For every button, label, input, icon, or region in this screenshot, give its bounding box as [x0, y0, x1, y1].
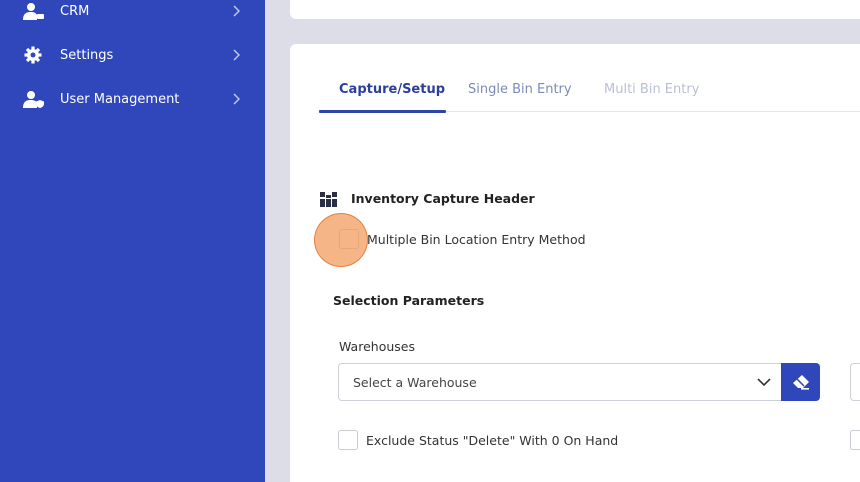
sidebar: CRM Settings User Management	[0, 0, 265, 482]
active-tab-indicator	[319, 110, 446, 113]
multiple-bin-location-label: Multiple Bin Location Entry Method	[367, 232, 586, 247]
exclude-delete-status-label: Exclude Status "Delete" With 0 On Hand	[366, 433, 619, 448]
warehouses-label: Warehouses	[339, 339, 415, 354]
sidebar-item-label: Settings	[60, 47, 114, 63]
selection-parameters-title: Selection Parameters	[333, 293, 485, 308]
inventory-boxes-icon	[320, 192, 337, 207]
eraser-icon	[792, 375, 809, 390]
tab-capture-setup[interactable]: Capture/Setup	[339, 82, 445, 97]
inventory-capture-header-title: Inventory Capture Header	[351, 191, 535, 206]
secondary-select-partial[interactable]	[850, 363, 860, 401]
sidebar-item-settings[interactable]: Settings	[0, 40, 265, 70]
chevron-right-icon	[233, 93, 240, 105]
chevron-right-icon	[233, 49, 240, 61]
tab-bar: Capture/Setup Single Bin Entry Multi Bin…	[319, 72, 860, 112]
warehouse-select-placeholder: Select a Warehouse	[353, 375, 477, 390]
gear-icon	[24, 46, 42, 64]
clear-warehouse-button[interactable]	[781, 363, 820, 401]
chevron-down-icon	[757, 378, 771, 387]
secondary-checkbox-partial[interactable]	[850, 430, 860, 450]
sidebar-item-user-management[interactable]: User Management	[0, 84, 265, 114]
sidebar-item-crm[interactable]: CRM	[0, 0, 265, 26]
chevron-right-icon	[233, 5, 240, 17]
sidebar-item-label: CRM	[60, 3, 90, 19]
sidebar-item-label: User Management	[60, 91, 180, 107]
multiple-bin-location-checkbox[interactable]	[339, 229, 359, 249]
user-management-icon	[23, 91, 44, 108]
exclude-delete-status-checkbox[interactable]	[338, 430, 358, 450]
crm-user-icon	[23, 3, 44, 20]
main-card: Capture/Setup Single Bin Entry Multi Bin…	[290, 44, 860, 482]
tab-multi-bin-entry[interactable]: Multi Bin Entry	[604, 82, 699, 97]
top-card	[290, 0, 860, 19]
tab-single-bin-entry[interactable]: Single Bin Entry	[468, 82, 572, 97]
warehouse-select[interactable]: Select a Warehouse	[338, 363, 782, 401]
